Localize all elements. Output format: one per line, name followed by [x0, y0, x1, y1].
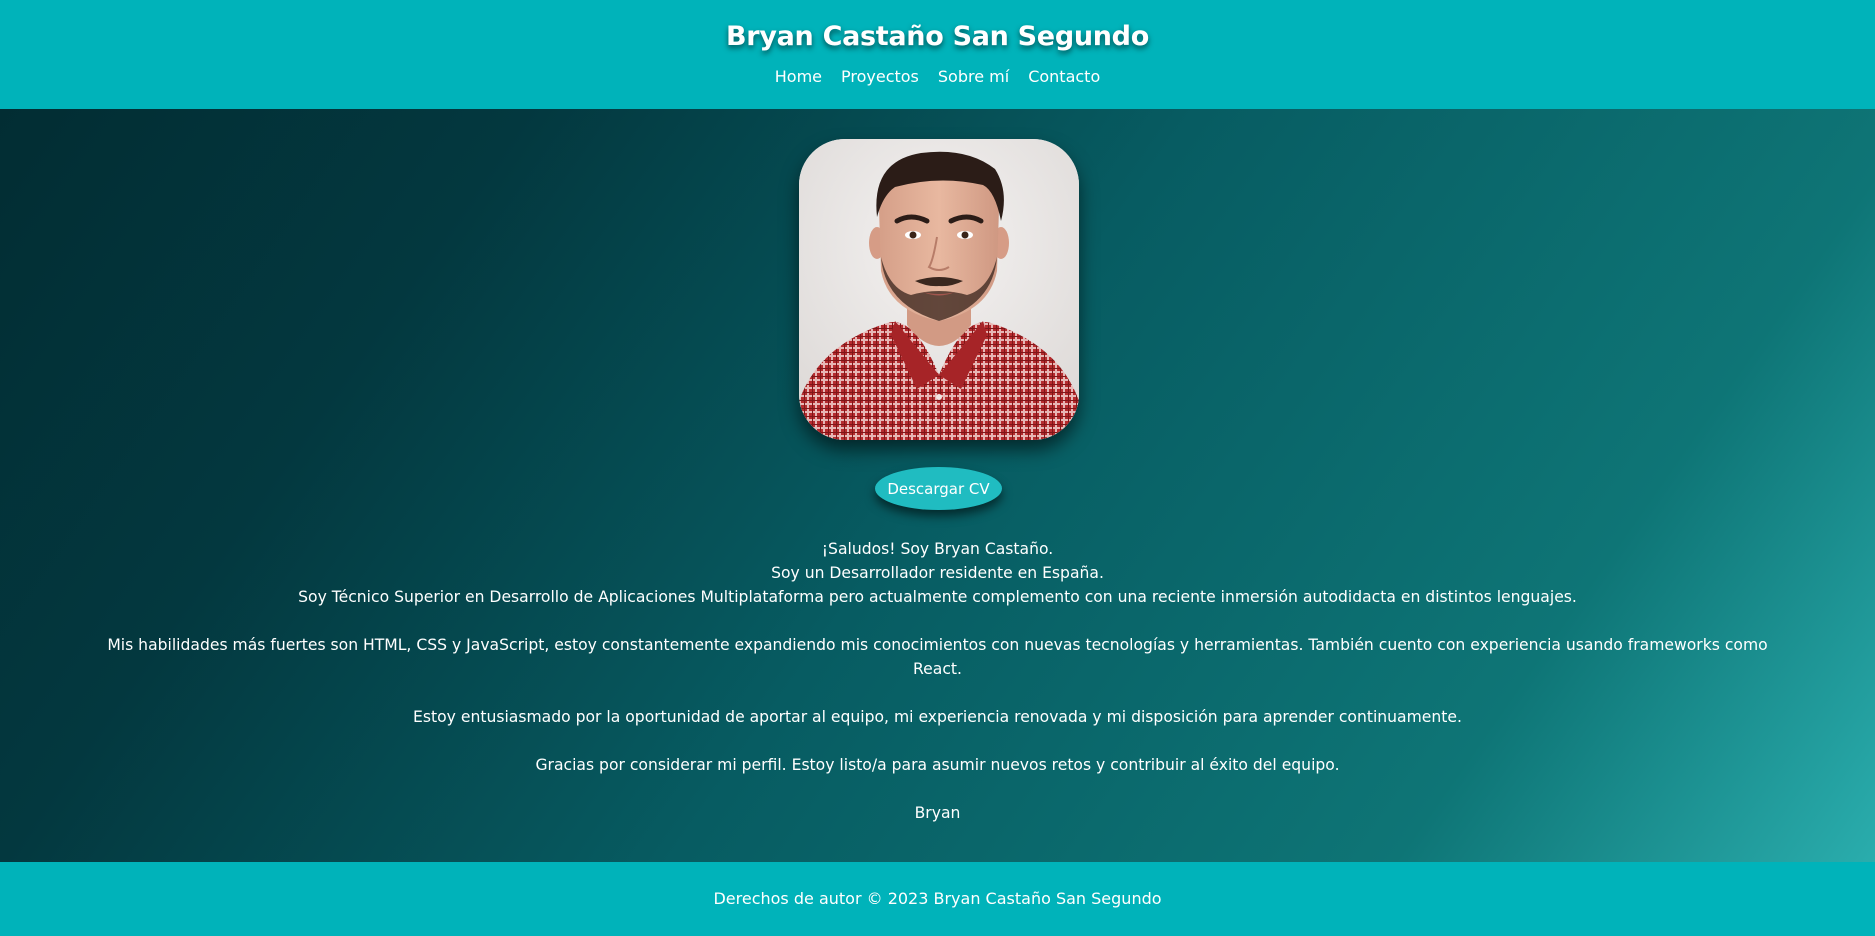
portrait-illustration [799, 139, 1079, 440]
education-line: Soy Técnico Superior en Desarrollo de Ap… [298, 588, 1577, 606]
thanks-paragraph: Gracias por considerar mi perfil. Estoy … [535, 756, 1340, 774]
main-nav: Home Proyectos Sobre mí Contacto [0, 67, 1875, 86]
site-footer: Derechos de autor © 2023 Bryan Castaño S… [0, 862, 1875, 936]
skills-paragraph: Mis habilidades más fuertes son HTML, CS… [107, 636, 1768, 678]
developer-line: Soy un Desarrollador residente en España… [771, 564, 1104, 582]
enthusiasm-paragraph: Estoy entusiasmado por la oportunidad de… [413, 708, 1462, 726]
nav-about-link[interactable]: Sobre mí [938, 67, 1009, 86]
signature: Bryan [914, 804, 961, 822]
nav-projects-link[interactable]: Proyectos [841, 67, 919, 86]
greeting-line: ¡Saludos! Soy Bryan Castaño. [821, 540, 1054, 558]
site-header: Bryan Castaño San Segundo Home Proyectos… [0, 0, 1875, 109]
download-cv-button[interactable]: Descargar CV [875, 467, 1002, 510]
nav-contact-link[interactable]: Contacto [1028, 67, 1100, 86]
main-content: Descargar CV ¡Saludos! Soy Bryan Castaño… [0, 109, 1875, 862]
about-text: ¡Saludos! Soy Bryan Castaño. Soy un Desa… [105, 537, 1770, 825]
copyright-text: Derechos de autor © 2023 Bryan Castaño S… [713, 889, 1162, 908]
profile-photo [799, 139, 1079, 440]
site-title: Bryan Castaño San Segundo [726, 21, 1149, 52]
nav-home-link[interactable]: Home [775, 67, 822, 86]
